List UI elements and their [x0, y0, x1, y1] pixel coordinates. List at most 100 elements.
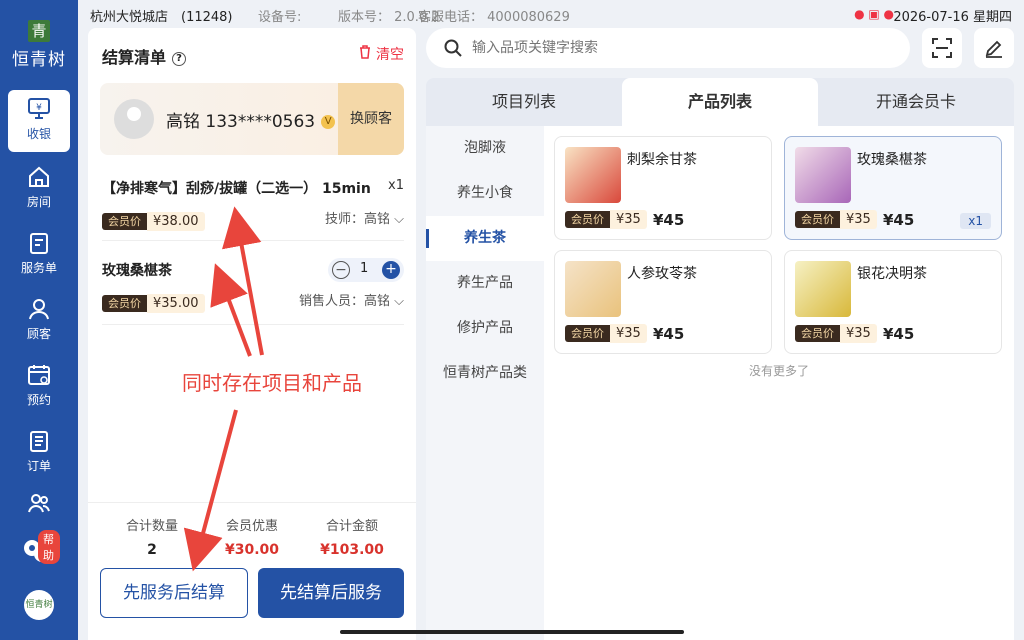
store-name: 杭州大悦城店 (11248): [90, 10, 233, 25]
scan-icon: [932, 38, 952, 58]
summary-qty-value: 2: [147, 542, 157, 558]
summary-total: 合计金额 ¥103.00: [302, 515, 402, 558]
quantity-value: 1: [360, 261, 369, 276]
member-price-tag: 会员价 ¥35: [795, 324, 877, 343]
swap-customer-button[interactable]: 换顾客: [338, 83, 404, 155]
product-name: 刺梨余甘茶: [627, 152, 697, 168]
plus-icon[interactable]: +: [382, 261, 400, 279]
no-more-label: 没有更多了: [748, 364, 809, 378]
category-item-active[interactable]: 养生茶: [426, 216, 544, 261]
cart-item-title: 【净排寒气】刮痧/拔罐（二选一） 15min: [102, 181, 371, 197]
nav-item-cashier[interactable]: ¥ 收银: [8, 90, 70, 152]
product-card[interactable]: 银花决明茶 会员价 ¥35 ¥45: [784, 250, 1002, 354]
product-price: ¥45: [653, 211, 685, 229]
category-item[interactable]: 泡脚液: [426, 126, 544, 171]
customer-info: 高铭 133****0563 V: [166, 107, 336, 132]
product-image: [565, 261, 621, 317]
annotation-text: 同时存在项目和产品: [182, 371, 362, 395]
pay-first-button[interactable]: 先结算后服务: [258, 568, 404, 618]
edit-button[interactable]: [974, 28, 1014, 68]
product-price: ¥45: [883, 211, 915, 229]
member-label: 会员价: [795, 211, 840, 228]
product-image: [795, 261, 851, 317]
category-list: 泡脚液 养生小食 养生茶 养生产品 修护产品 恒青树产品类: [426, 126, 544, 640]
product-card-selected[interactable]: 玫瑰桑椹茶 会员价 ¥35 ¥45 x1: [784, 136, 1002, 240]
status-icons: ● ▣ ●: [854, 7, 894, 21]
salesperson-select[interactable]: 销售人员：高铭 ⌵: [299, 290, 404, 309]
member-price-tag: 会员价 ¥35: [565, 324, 647, 343]
product-name: 银花决明茶: [857, 266, 927, 282]
scan-button[interactable]: [922, 28, 962, 68]
nav-item-appointment[interactable]: 预约: [8, 356, 70, 418]
calendar-icon: [28, 365, 50, 385]
clear-label: 清空: [376, 47, 404, 63]
category-item[interactable]: 养生小食: [426, 171, 544, 216]
service-first-button[interactable]: 先服务后结算: [100, 568, 248, 618]
tab-member-card[interactable]: 开通会员卡: [818, 78, 1014, 126]
nav-label: 房间: [26, 195, 51, 209]
divider: [102, 324, 404, 325]
category-item[interactable]: 恒青树产品类: [426, 351, 544, 396]
product-name: 玫瑰桑椹茶: [857, 152, 927, 168]
nav-item-staff[interactable]: [8, 484, 70, 520]
technician-select[interactable]: 技师：高铭 ⌵: [325, 208, 404, 227]
search-bar: [426, 28, 910, 68]
member-label: 会员价: [565, 211, 610, 228]
help-button[interactable]: 帮助: [20, 530, 60, 574]
minus-icon[interactable]: −: [332, 261, 350, 279]
member-price: ¥35: [840, 324, 877, 343]
customer-card: 高铭 133****0563 V 换顾客: [100, 83, 404, 155]
product-card[interactable]: 刺梨余甘茶 会员价 ¥35 ¥45: [554, 136, 772, 240]
category-item[interactable]: 养生产品: [426, 261, 544, 306]
logo-mark: 青: [28, 20, 50, 42]
member-price: ¥35: [610, 210, 647, 229]
nav-item-customer[interactable]: 顾客: [8, 290, 70, 352]
member-label: 会员价: [102, 295, 147, 312]
search-input[interactable]: [472, 37, 892, 59]
tab-bar: 项目列表 产品列表 开通会员卡: [426, 78, 1014, 126]
cart-item-qty: x1: [388, 178, 404, 193]
member-label: 会员价: [102, 213, 147, 230]
service-order-icon: [30, 233, 48, 254]
member-price: ¥35: [840, 210, 877, 229]
chevron-down-icon: ⌵: [394, 294, 404, 309]
summary-total-value: ¥103.00: [320, 542, 384, 558]
selected-qty-badge: x1: [960, 213, 991, 229]
divider: [102, 240, 404, 241]
clear-button[interactable]: 清空: [358, 44, 404, 64]
product-card[interactable]: 人参玫苓茶 会员价 ¥35 ¥45: [554, 250, 772, 354]
chevron-down-icon: ⌵: [394, 212, 404, 227]
brand-logo: 青 恒青树: [0, 20, 78, 70]
avatar[interactable]: 恒青树: [24, 590, 54, 620]
nav-item-orders[interactable]: 订单: [8, 422, 70, 484]
category-item[interactable]: 修护产品: [426, 306, 544, 351]
help-badge: 帮助: [38, 530, 60, 564]
brand-name: 恒青树: [12, 50, 66, 70]
member-price: ¥35.00: [147, 294, 205, 313]
help-circle-icon[interactable]: ?: [172, 51, 187, 66]
checkout-panel: 结算清单? 清空 高铭 133****0563 V 换顾客 【净排寒气】刮痧/拔罐…: [88, 28, 416, 640]
product-image: [795, 147, 851, 203]
cart-item: 【净排寒气】刮痧/拔罐（二选一） 15min x1 会员价 ¥38.00 技师：高…: [102, 178, 404, 231]
member-label: 会员价: [565, 325, 610, 342]
staff-icon: [28, 494, 50, 513]
search-icon: [444, 39, 462, 57]
tab-product-list[interactable]: 产品列表: [622, 78, 818, 126]
home-indicator[interactable]: [340, 630, 684, 634]
nav-label: 预约: [26, 393, 51, 407]
member-price: ¥35: [610, 324, 647, 343]
member-price-tag: 会员价 ¥38.00: [102, 212, 205, 231]
product-price: ¥45: [653, 325, 685, 343]
support-phone: 客服电话： 4000080629: [418, 10, 570, 25]
customer-icon: [29, 299, 49, 320]
customer-avatar: [114, 99, 154, 139]
nav-item-room[interactable]: 房间: [8, 158, 70, 220]
cashier-icon: ¥: [28, 98, 50, 119]
summary-discount-value: ¥30.00: [224, 542, 280, 558]
member-price: ¥38.00: [147, 212, 205, 231]
nav-item-service-order[interactable]: 服务单: [8, 224, 70, 286]
summary-discount: 会员优惠 ¥30.00: [202, 515, 302, 558]
status-bar: 杭州大悦城店 (11248) 设备号: 版本号： 2.0.0.2 客服电话： 4…: [78, 0, 1024, 28]
quantity-stepper: − 1 +: [328, 258, 404, 282]
tab-project-list[interactable]: 项目列表: [426, 78, 622, 126]
